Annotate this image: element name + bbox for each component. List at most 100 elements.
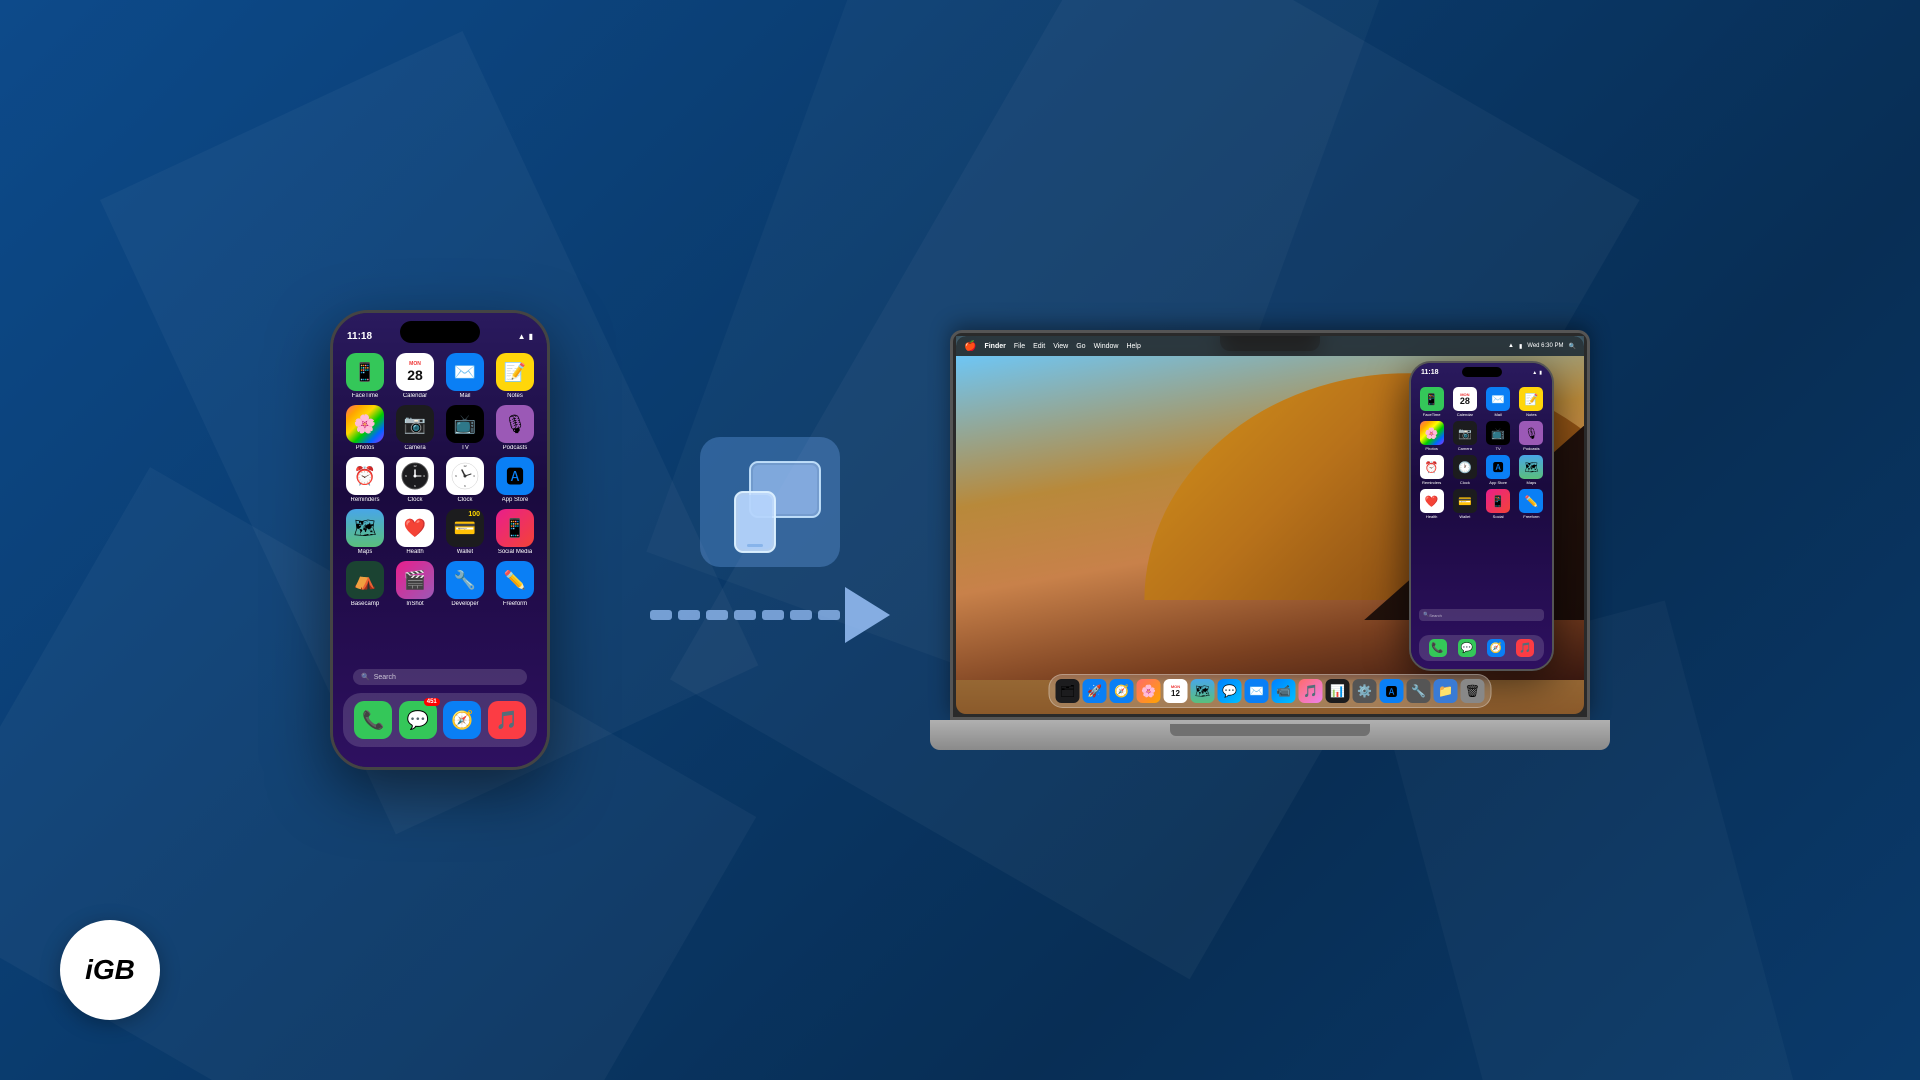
mini-dock-safari[interactable]: 🧭 (1487, 639, 1505, 657)
app-basecamp[interactable]: ⛺ Basecamp (343, 561, 387, 607)
developer-label: Developer (451, 601, 478, 607)
iphone-search-bar[interactable]: 🔍 Search (353, 669, 527, 685)
dock-calendar-mac[interactable]: MON 12 (1164, 679, 1188, 703)
mini-clock-icon: 🕐 (1453, 455, 1477, 479)
app-tv[interactable]: 📺 TV (443, 405, 487, 451)
middle-section (650, 437, 890, 643)
mini-facetime[interactable]: 📱 FaceTime (1417, 387, 1446, 417)
mini-photos-label: Photos (1425, 446, 1437, 451)
facetime-icon: 📱 (346, 353, 384, 391)
menu-view[interactable]: View (1053, 343, 1068, 350)
menu-help[interactable]: Help (1126, 343, 1140, 350)
app-appstore[interactable]: 🅰 App Store (493, 457, 537, 503)
mini-mail[interactable]: ✉️ Mail (1484, 387, 1513, 417)
dash-6 (790, 610, 812, 620)
dock-appstore-mac[interactable]: 🅰 (1380, 679, 1404, 703)
search-icon: 🔍 (361, 673, 370, 681)
app-maps[interactable]: 🗺 Maps (343, 509, 387, 555)
app-health[interactable]: ❤️ Health (393, 509, 437, 555)
dock-music-mac[interactable]: 🎵 (1299, 679, 1323, 703)
iphone-app-grid: 📱 FaceTime MON 28 Calendar ✉️ Mail (333, 349, 547, 611)
mini-camera[interactable]: 📷 Camera (1450, 421, 1479, 451)
mini-appstore[interactable]: 🅰 App Store (1484, 455, 1513, 485)
dock-settings-mac[interactable]: ⚙️ (1353, 679, 1377, 703)
dock-numbers-mac[interactable]: 📊 (1326, 679, 1350, 703)
podcasts-label: Podcasts (503, 445, 528, 451)
mini-podcasts-icon: 🎙 (1519, 421, 1543, 445)
mini-wallet[interactable]: 💳 Wallet (1450, 489, 1479, 519)
basecamp-label: Basecamp (351, 601, 379, 607)
mini-maps-label: Maps (1526, 480, 1536, 485)
mini-health[interactable]: ❤️ Health (1417, 489, 1446, 519)
mini-clock[interactable]: 🕐 Clock (1450, 455, 1479, 485)
dock-music[interactable]: 🎵 (488, 701, 526, 739)
photos-label: Photos (356, 445, 375, 451)
dock-launchpad[interactable]: 🚀 (1083, 679, 1107, 703)
mini-freeform[interactable]: ✏️ Freeform (1517, 489, 1546, 519)
app-freeform[interactable]: ✏️ Freeform (493, 561, 537, 607)
mini-tv-icon: 📺 (1486, 421, 1510, 445)
menu-go[interactable]: Go (1076, 343, 1085, 350)
apple-menu[interactable]: 🍎 (964, 341, 976, 352)
notes-icon: 📝 (496, 353, 534, 391)
dock-trash-mac[interactable]: 🗑 (1461, 679, 1485, 703)
mini-camera-icon: 📷 (1453, 421, 1477, 445)
app-podcasts[interactable]: 🎙 Podcasts (493, 405, 537, 451)
menu-finder[interactable]: Finder (984, 343, 1005, 350)
app-wallet[interactable]: 100 💳 Wallet (443, 509, 487, 555)
mini-dock-phone[interactable]: 📞 (1429, 639, 1447, 657)
mini-notes-label: Notes (1526, 412, 1536, 417)
wifi-menu-icon: ▲ (1508, 343, 1514, 349)
app-social[interactable]: 📱 Social Media (493, 509, 537, 555)
dock-mail-mac[interactable]: ✉️ (1245, 679, 1269, 703)
app-notes[interactable]: 📝 Notes (493, 353, 537, 399)
app-camera[interactable]: 📷 Camera (393, 405, 437, 451)
mini-dock-music[interactable]: 🎵 (1516, 639, 1534, 657)
menu-file[interactable]: File (1014, 343, 1025, 350)
app-developer[interactable]: 🔧 Developer (443, 561, 487, 607)
app-inshot[interactable]: 🎬 InShot (393, 561, 437, 607)
battery-icon: ▮ (529, 332, 533, 341)
dock-safari[interactable]: 🧭 (443, 701, 481, 739)
mirroring-time: 11:18 (1421, 369, 1439, 376)
mini-calendar[interactable]: MON 28 Calendar (1450, 387, 1479, 417)
app-clock[interactable]: 12 3 6 9 Clock (393, 457, 437, 503)
mini-health-icon: ❤️ (1420, 489, 1444, 513)
mini-maps[interactable]: 🗺 Maps (1517, 455, 1546, 485)
mini-notes[interactable]: 📝 Notes (1517, 387, 1546, 417)
search-menu-icon[interactable]: 🔍 (1569, 343, 1576, 350)
menu-window[interactable]: Window (1094, 343, 1119, 350)
app-facetime[interactable]: 📱 FaceTime (343, 353, 387, 399)
app-photos[interactable]: 🌸 Photos (343, 405, 387, 451)
freeform-icon: ✏️ (496, 561, 534, 599)
arrow-dashes (650, 610, 840, 620)
dock-prefs-mac[interactable]: 🔧 (1407, 679, 1431, 703)
dock-finder[interactable]: 🗂 (1056, 679, 1080, 703)
dock-messages[interactable]: 💬 451 (399, 701, 437, 739)
dock-phone[interactable]: 📞 (354, 701, 392, 739)
mini-photos[interactable]: 🌸 Photos (1417, 421, 1446, 451)
menu-edit[interactable]: Edit (1033, 343, 1045, 350)
dock-photos-mac[interactable]: 🌸 (1137, 679, 1161, 703)
mini-reminders[interactable]: ⏰ Reminders (1417, 455, 1446, 485)
dock-folder-mac[interactable]: 📁 (1434, 679, 1458, 703)
mini-social[interactable]: 📱 Social (1484, 489, 1513, 519)
dock-safari-mac[interactable]: 🧭 (1110, 679, 1134, 703)
mini-reminders-icon: ⏰ (1420, 455, 1444, 479)
app-mail[interactable]: ✉️ Mail (443, 353, 487, 399)
mini-tv[interactable]: 📺 TV (1484, 421, 1513, 451)
app-calendar[interactable]: MON 28 Calendar (393, 353, 437, 399)
appstore-label: App Store (502, 497, 529, 503)
macbook-base (930, 720, 1610, 750)
app-reminders[interactable]: ⏰ Reminders (343, 457, 387, 503)
mini-podcasts[interactable]: 🎙 Podcasts (1517, 421, 1546, 451)
mini-dock-messages[interactable]: 💬 (1458, 639, 1476, 657)
dock-maps-mac[interactable]: 🗺 (1191, 679, 1215, 703)
dash-7 (818, 610, 840, 620)
dock-messages-mac[interactable]: 💬 (1218, 679, 1242, 703)
music-icon: 🎵 (488, 701, 526, 739)
mirroring-search[interactable]: 🔍 Search (1419, 609, 1544, 621)
dock-facetime-mac[interactable]: 📹 (1272, 679, 1296, 703)
macbook-screen: 🍎 Finder File Edit View Go Window Help ▲ (956, 336, 1584, 714)
app-clock2[interactable]: 12 3 6 9 Clock (443, 457, 487, 503)
